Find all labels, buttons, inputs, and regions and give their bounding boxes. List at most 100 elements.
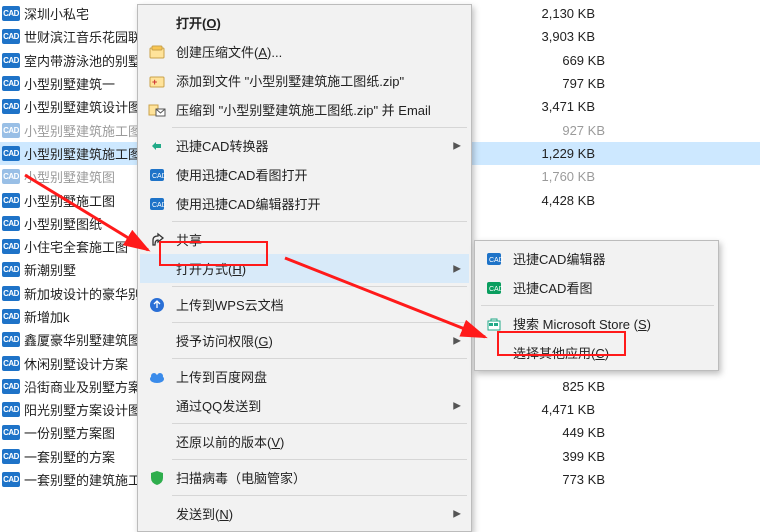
cad-file-icon: CAD [2,6,20,21]
menu-grant-access[interactable]: 授予访问权限(G) ▶ [140,326,469,355]
baidu-cloud-icon [146,367,168,387]
menu-upload-baidu[interactable]: 上传到百度网盘 [140,362,469,391]
cad-file-icon: CAD [2,449,20,464]
menu-add-to-archive[interactable]: + 添加到文件 "小型别墅建筑施工图纸.zip" [140,66,469,95]
blank-icon [146,331,168,351]
file-size: 399 KB [525,449,605,464]
file-name: 小型别墅建筑设计图纸 [24,97,154,116]
file-size: 2,130 KB [515,6,595,21]
menu-separator [172,495,467,496]
cad-file-icon: CAD [2,53,20,68]
file-size: 1,760 KB [515,169,595,184]
archive-mail-icon [146,100,168,120]
file-size: 669 KB [525,53,605,68]
cad-file-icon: CAD [2,402,20,417]
svg-text:CAD: CAD [152,202,166,209]
menu-separator [172,127,467,128]
converter-icon [146,136,168,156]
file-size: 825 KB [525,379,605,394]
menu-upload-wps[interactable]: 上传到WPS云文档 [140,290,469,319]
menu-zip-email[interactable]: 压缩到 "小型别墅建筑施工图纸.zip" 并 Email [140,95,469,124]
cad-file-icon: CAD [2,309,20,324]
cad-file-icon: CAD [2,332,20,347]
blank-icon [146,259,168,279]
file-name: 鑫厦豪华别墅建筑图 2 [24,330,152,349]
menu-open[interactable]: 打开(O) [140,8,469,37]
menu-separator [172,322,467,323]
svg-text:CAD: CAD [152,173,166,180]
archive-icon [146,42,168,62]
chevron-right-icon: ▶ [453,335,461,346]
menu-separator [172,459,467,460]
file-name: 新潮别墅 [24,260,76,279]
file-name: 室内带游泳池的别墅方 [24,51,154,70]
file-name: 阳光别墅方案设计图 [24,400,141,419]
cad-file-icon: CAD [2,29,20,44]
share-icon [146,230,168,250]
svg-text:CAD: CAD [489,286,503,293]
wps-icon [146,295,168,315]
file-name: 休闲别墅设计方案 [24,354,128,373]
file-name: 新增加k [24,307,70,326]
submenu-choose-app[interactable]: 选择其他应用(C) [477,338,716,367]
file-name: 世财滨江音乐花园联体 [24,27,154,46]
cad-file-icon: CAD [2,193,20,208]
cad-file-icon: CAD [2,216,20,231]
file-size: 927 KB [525,123,605,138]
file-name: 新加坡设计的豪华别墅 [24,284,154,303]
submenu-cad-viewer[interactable]: CAD 迅捷CAD看图 [477,273,716,302]
file-size: 3,471 KB [515,99,595,114]
file-name: 小型别墅建筑图 [24,167,115,186]
file-name: 小型别墅施工图 [24,191,115,210]
cad-file-icon: CAD [2,286,20,301]
file-size: 4,471 KB [515,402,595,417]
svg-text:+: + [152,77,157,87]
blank-icon [146,13,168,33]
file-name: 小住宅全套施工图 [24,237,128,256]
file-size: 449 KB [525,425,605,440]
file-name: 一套别墅的方案 [24,447,115,466]
menu-share[interactable]: 共享 [140,225,469,254]
menu-open-editor[interactable]: CAD 使用迅捷CAD编辑器打开 [140,189,469,218]
menu-separator [172,221,467,222]
cad-file-icon: CAD [2,262,20,277]
blank-icon [146,432,168,452]
file-name: 小型别墅图纸 [24,214,102,233]
cad-editor-icon: CAD [483,249,505,269]
menu-separator [172,286,467,287]
shield-icon [146,468,168,488]
cad-file-icon: CAD [2,99,20,114]
cad-file-icon: CAD [2,425,20,440]
submenu-search-store[interactable]: 搜索 Microsoft Store (S) [477,309,716,338]
blank-icon [146,396,168,416]
menu-scan[interactable]: 扫描病毒（电脑管家） [140,463,469,492]
menu-open-viewer[interactable]: CAD 使用迅捷CAD看图打开 [140,160,469,189]
file-name: 一套别墅的建筑施工图 [24,470,154,489]
menu-send-to[interactable]: 发送到(N) ▶ [140,499,469,528]
menu-restore[interactable]: 还原以前的版本(V) [140,427,469,456]
file-name: 小型别墅建筑施工图纸 [24,144,154,163]
chevron-right-icon: ▶ [453,508,461,519]
cad-file-icon: CAD [2,146,20,161]
cad-viewer-icon: CAD [146,165,168,185]
menu-separator [172,423,467,424]
submenu-cad-editor[interactable]: CAD 迅捷CAD编辑器 [477,244,716,273]
menu-create-archive[interactable]: 创建压缩文件(A)... [140,37,469,66]
file-size: 4,428 KB [515,193,595,208]
menu-separator [172,358,467,359]
cad-file-icon: CAD [2,169,20,184]
chevron-right-icon: ▶ [453,400,461,411]
file-name: 深圳小私宅 [24,4,89,23]
chevron-right-icon: ▶ [453,140,461,151]
store-icon [483,314,505,334]
menu-open-with[interactable]: 打开方式(H) ▶ [140,254,469,283]
menu-qq-send[interactable]: 通过QQ发送到 ▶ [140,391,469,420]
cad-file-icon: CAD [2,123,20,138]
cad-file-icon: CAD [2,379,20,394]
cad-file-icon: CAD [2,76,20,91]
file-name: 小型别墅建筑一 [24,74,115,93]
menu-cad-converter[interactable]: 迅捷CAD转换器 ▶ [140,131,469,160]
menu-separator [481,305,714,306]
chevron-right-icon: ▶ [453,263,461,274]
context-menu: 打开(O) 创建压缩文件(A)... + 添加到文件 "小型别墅建筑施工图纸.z… [137,4,472,532]
